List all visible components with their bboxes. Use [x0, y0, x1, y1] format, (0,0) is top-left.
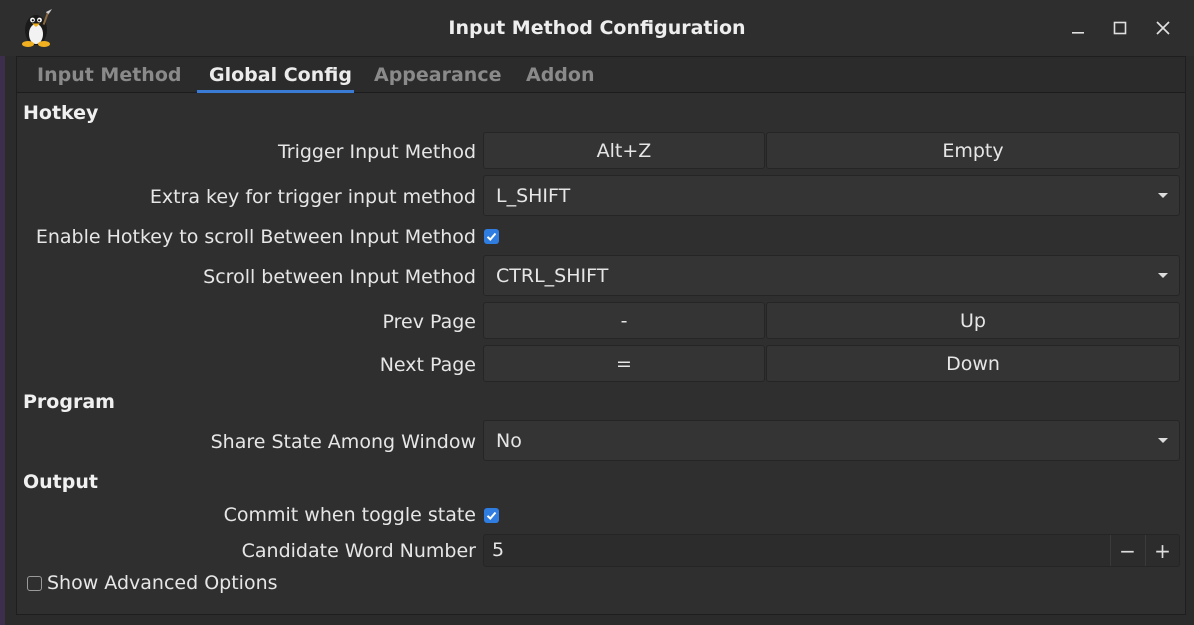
tab-addon[interactable]: Addon: [526, 64, 595, 86]
candidate-word-number-value: 5: [492, 539, 505, 561]
close-button[interactable]: [1149, 14, 1177, 42]
commit-toggle-label: Commit when toggle state: [223, 504, 476, 526]
enable-scroll-hotkey-label: Enable Hotkey to scroll Between Input Me…: [35, 226, 476, 248]
extra-key-value: L_SHIFT: [496, 184, 571, 207]
section-program: Program: [23, 391, 115, 413]
scroll-input-method-value: CTRL_SHIFT: [496, 264, 609, 287]
trigger-key-secondary-button[interactable]: Empty: [766, 132, 1180, 169]
next-page-key-primary-button[interactable]: =: [483, 345, 765, 382]
title-bar: Input Method Configuration: [0, 0, 1194, 56]
dropdown-arrow-icon: [1158, 273, 1168, 278]
share-state-label: Share State Among Window: [210, 431, 476, 453]
prev-page-key-primary-button[interactable]: -: [483, 302, 765, 339]
checkmark-icon: [486, 232, 497, 241]
close-icon: [1156, 21, 1170, 35]
checkmark-icon: [486, 511, 497, 520]
tab-appearance[interactable]: Appearance: [374, 64, 501, 86]
scroll-input-method-dropdown[interactable]: CTRL_SHIFT: [483, 255, 1180, 296]
show-advanced-checkbox[interactable]: [27, 576, 42, 591]
scroll-input-method-label: Scroll between Input Method: [203, 266, 476, 288]
share-state-value: No: [496, 429, 522, 452]
prev-page-label: Prev Page: [382, 311, 477, 333]
trigger-input-method-label: Trigger Input Method: [277, 141, 476, 163]
maximize-button[interactable]: [1106, 14, 1134, 42]
candidate-word-number-label: Candidate Word Number: [241, 540, 476, 562]
enable-scroll-hotkey-checkbox[interactable]: [484, 229, 499, 244]
increment-button[interactable]: +: [1145, 535, 1179, 566]
decrement-button[interactable]: −: [1110, 535, 1144, 566]
active-tab-indicator: [197, 90, 354, 93]
candidate-word-number-spinbox[interactable]: 5 − +: [483, 534, 1180, 567]
minimize-button[interactable]: [1064, 14, 1092, 42]
tab-bar: Input Method Global Config Appearance Ad…: [17, 57, 1185, 93]
app-window: Input Method Configuration Input Method …: [0, 0, 1194, 625]
maximize-icon: [1113, 21, 1127, 35]
minimize-icon: [1072, 32, 1084, 34]
next-page-label: Next Page: [379, 354, 476, 376]
dropdown-arrow-icon: [1158, 193, 1168, 198]
prev-page-key-secondary-button[interactable]: Up: [766, 302, 1180, 339]
show-advanced-label: Show Advanced Options: [47, 572, 278, 594]
extra-key-dropdown[interactable]: L_SHIFT: [483, 175, 1180, 216]
window-title: Input Method Configuration: [448, 17, 746, 39]
config-panel: Input Method Global Config Appearance Ad…: [16, 56, 1186, 615]
dropdown-arrow-icon: [1158, 438, 1168, 443]
tab-global-config[interactable]: Global Config: [209, 64, 352, 86]
commit-toggle-checkbox[interactable]: [484, 508, 499, 523]
desktop-edge: [0, 56, 5, 625]
section-output: Output: [23, 471, 98, 493]
trigger-key-primary-button[interactable]: Alt+Z: [483, 132, 765, 169]
next-page-key-secondary-button[interactable]: Down: [766, 345, 1180, 382]
extra-key-label: Extra key for trigger input method: [149, 186, 476, 208]
section-hotkey: Hotkey: [23, 102, 99, 124]
share-state-dropdown[interactable]: No: [483, 420, 1180, 461]
tab-input-method[interactable]: Input Method: [37, 64, 181, 86]
